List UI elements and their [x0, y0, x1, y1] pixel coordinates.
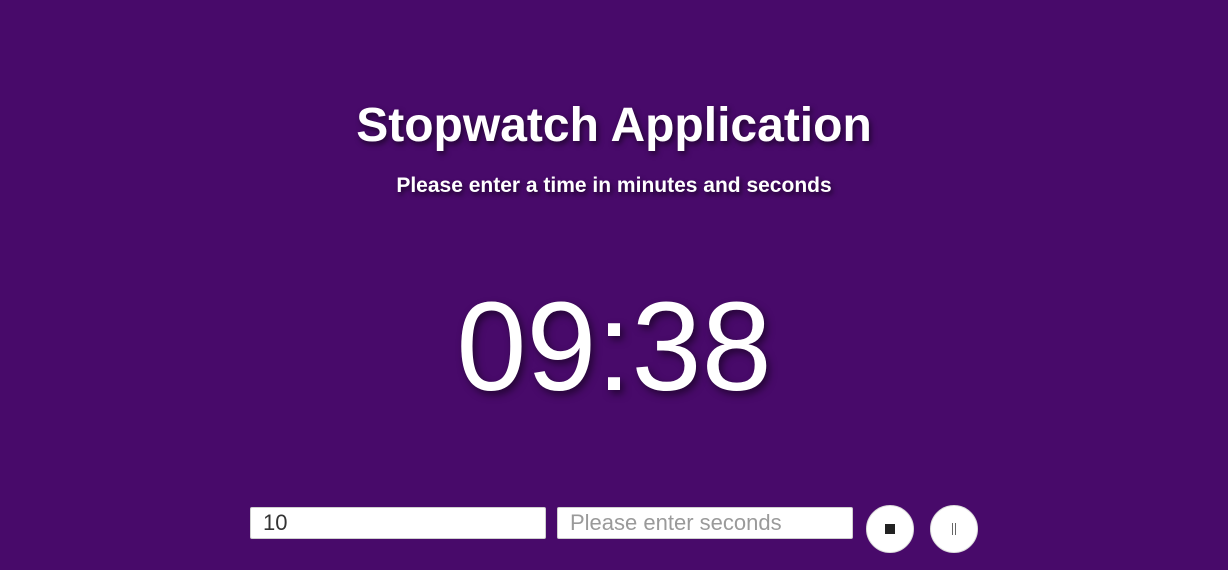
pause-icon — [952, 523, 956, 535]
stop-icon — [885, 524, 895, 534]
minutes-input[interactable] — [250, 507, 546, 539]
seconds-input[interactable] — [557, 507, 853, 539]
page-title: Stopwatch Application — [356, 99, 872, 152]
stop-button[interactable] — [866, 505, 914, 553]
pause-button[interactable] — [930, 505, 978, 553]
timer-display: 09:38 — [456, 276, 772, 417]
page-subtitle: Please enter a time in minutes and secon… — [396, 174, 832, 197]
stopwatch-app: Stopwatch Application Please enter a tim… — [0, 0, 1228, 570]
